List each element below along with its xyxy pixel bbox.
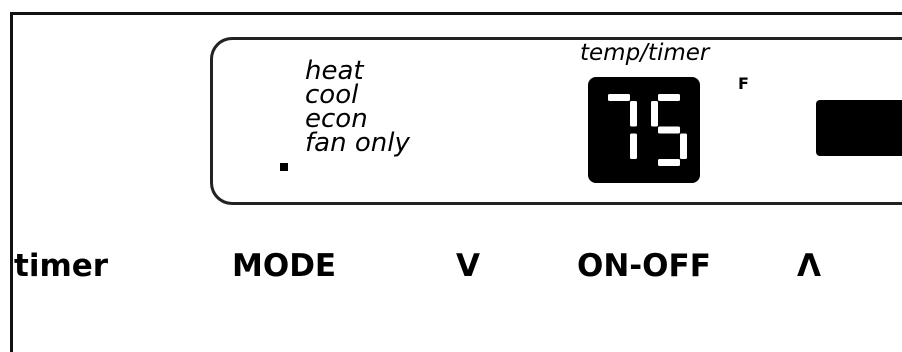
digit-segment bbox=[680, 133, 687, 159]
temperature-readout bbox=[588, 77, 700, 183]
temp-up-button[interactable]: Λ bbox=[797, 245, 821, 287]
mode-fan-only: fan only bbox=[305, 128, 410, 158]
temp-down-button[interactable]: V bbox=[456, 245, 480, 287]
timer-button[interactable]: timer bbox=[14, 245, 108, 287]
mode-button[interactable]: MODE bbox=[232, 245, 336, 287]
secondary-display-block bbox=[816, 100, 902, 156]
digit-segment bbox=[630, 133, 637, 159]
chevron-down-icon: V bbox=[456, 248, 480, 284]
temp-timer-label: temp/timer bbox=[580, 40, 710, 66]
digit-segment bbox=[658, 126, 680, 134]
chevron-up-icon: Λ bbox=[797, 248, 821, 284]
digit-segment bbox=[658, 159, 680, 166]
digit-segment bbox=[608, 94, 630, 101]
digit-segment bbox=[651, 101, 658, 127]
mode-list: heat cool econ fan only bbox=[305, 58, 410, 158]
digit-segment bbox=[630, 101, 637, 127]
unit-label: F bbox=[738, 74, 749, 93]
selected-mode-indicator-icon bbox=[280, 163, 288, 171]
digit-segment bbox=[658, 94, 680, 101]
on-off-button[interactable]: ON-OFF bbox=[577, 245, 711, 287]
seven-segment-digits bbox=[608, 94, 687, 166]
